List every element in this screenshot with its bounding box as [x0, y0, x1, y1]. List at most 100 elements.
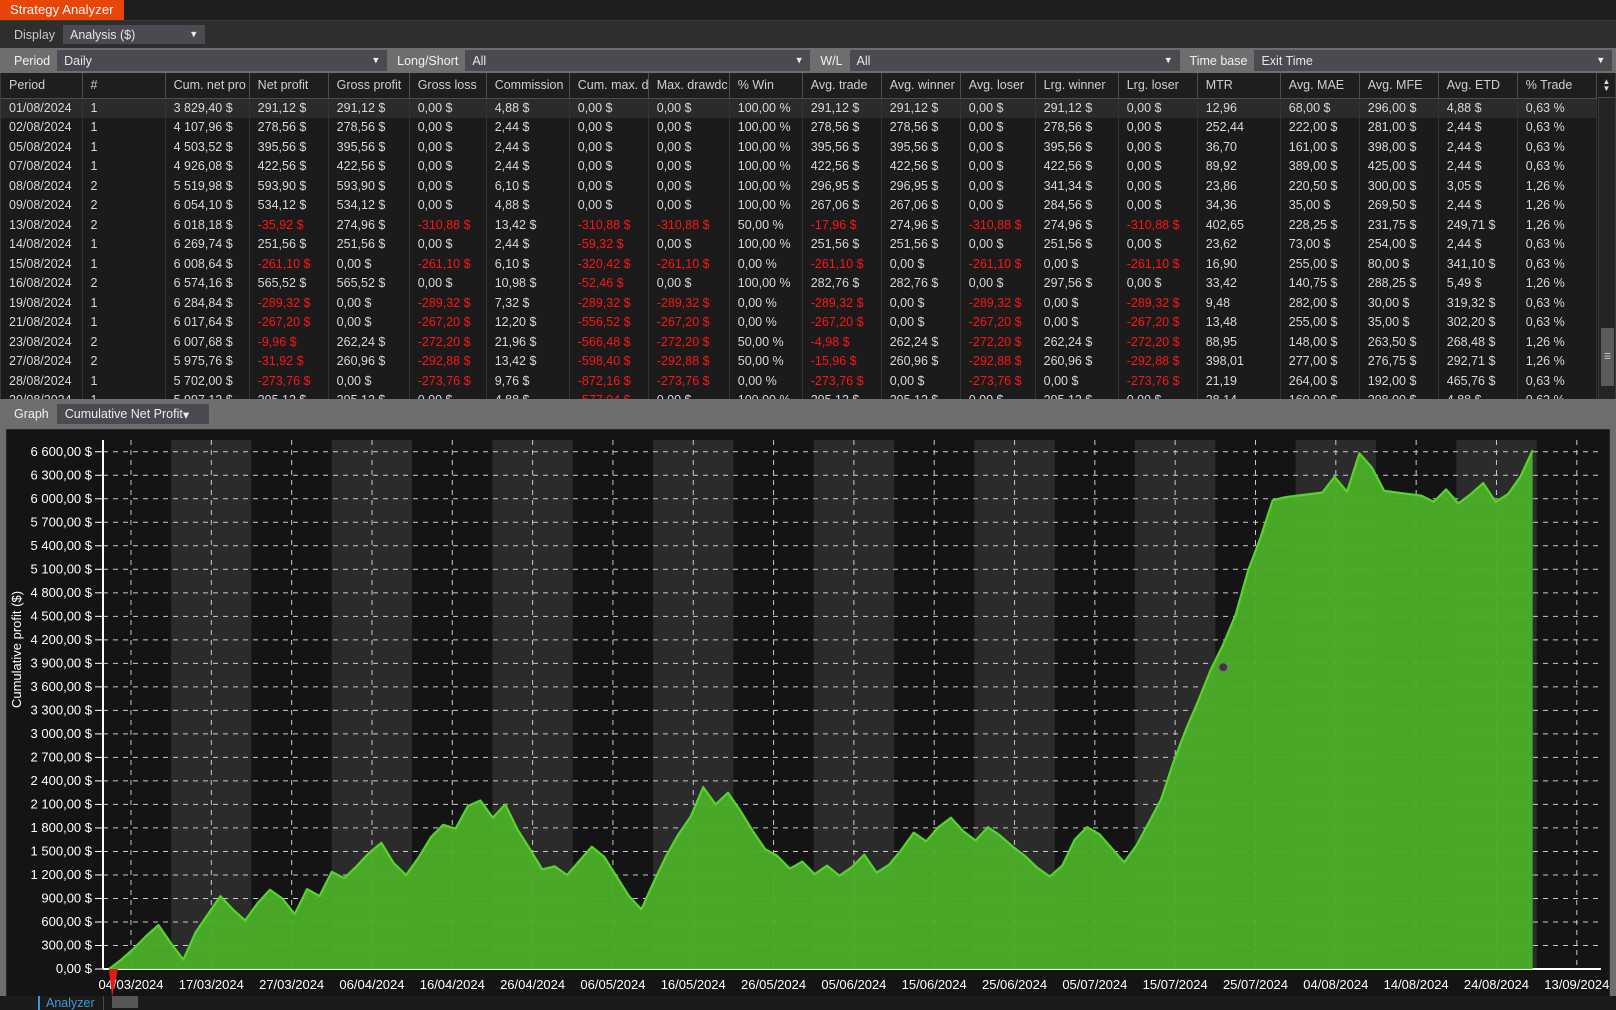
table-cell: 1 [82, 98, 166, 118]
table-cell: 2,44 $ [486, 234, 570, 254]
column-header-16[interactable]: Avg. MAE [1280, 73, 1360, 99]
table-cell: 0,00 $ [1118, 98, 1198, 118]
table-row[interactable]: 16/08/2024 2 6 574,16 $565,52 $565,52 $0,0… [1, 273, 1598, 293]
table-row[interactable]: 09/08/2024 2 6 054,10 $534,12 $534,12 $0,0… [1, 195, 1598, 215]
table-row[interactable]: 02/08/2024 1 4 107,96 $278,56 $278,56 $0,0… [1, 117, 1598, 137]
column-header-12[interactable]: Avg. loser [960, 73, 1036, 99]
table-cell: -261,10 $ [249, 254, 329, 274]
table-header-row[interactable]: Period # Cum. net pro Net profit Gross profi… [1, 73, 1598, 99]
time-base-select[interactable]: Exit Time ▾ [1254, 50, 1612, 71]
x-axis-tick-label: 16/04/2024 [420, 977, 485, 992]
table-cell: -59,32 $ [569, 234, 649, 254]
x-axis-tick-label: 06/05/2024 [580, 977, 645, 992]
column-header-17[interactable]: Avg. MFE [1359, 73, 1439, 99]
time-base-label: Time base [1189, 53, 1248, 68]
table-row[interactable]: 19/08/2024 1 6 284,84 $ -289,32 $0,00 $ -289… [1, 293, 1598, 313]
table-row[interactable]: 14/08/2024 1 6 269,74 $251,56 $251,56 $0,0… [1, 234, 1598, 254]
column-header-4[interactable]: Gross profit [328, 73, 410, 99]
table-row[interactable]: 23/08/2024 2 6 007,68 $ -9,96 $262,24 $ -272… [1, 332, 1598, 352]
column-header-6[interactable]: Commission [486, 73, 570, 99]
column-header-8[interactable]: Max. drawdc [648, 73, 730, 99]
table-row[interactable]: 21/08/2024 1 6 017,64 $ -267,20 $0,00 $ -267… [1, 312, 1598, 332]
table-body[interactable]: 01/08/2024 1 3 829,40 $291,12 $291,12 $0,0… [1, 98, 1598, 399]
column-header-15[interactable]: MTR [1197, 73, 1281, 99]
table-cell: 0,00 $ [960, 98, 1036, 118]
table-row[interactable]: 13/08/2024 2 6 018,18 $ -35,92 $274,96 $ -31… [1, 215, 1598, 235]
column-header-7[interactable]: Cum. max. d [569, 73, 649, 99]
column-header-13[interactable]: Lrg. winner [1035, 73, 1119, 99]
table-row[interactable]: 28/08/2024 1 5 702,00 $ -273,76 $0,00 $ -273… [1, 371, 1598, 391]
table-row[interactable]: 08/08/2024 2 5 519,98 $593,90 $593,90 $0,0… [1, 176, 1598, 196]
table-cell: 0,00 $ [960, 390, 1036, 399]
table-row[interactable]: 27/08/2024 2 5 975,76 $ -31,92 $260,96 $ -29… [1, 351, 1598, 371]
window-title-tab[interactable]: Strategy Analyzer [0, 0, 124, 20]
win-loss-select[interactable]: All ▾ [849, 50, 1180, 71]
table-cell: 88,95 [1197, 332, 1281, 352]
column-header-3[interactable]: Net profit [249, 73, 329, 99]
table-vertical-scrollbar[interactable]: ☰ [1598, 73, 1615, 399]
column-header-10[interactable]: Avg. trade [802, 73, 882, 99]
add-tab-button[interactable] [111, 996, 138, 1008]
y-axis-tick-label: 6 300,00 $ [31, 467, 93, 482]
table-cell: 278,56 $ [802, 117, 882, 137]
analysis-table: Period # Cum. net pro Net profit Gross profi… [1, 73, 1598, 399]
column-header-1[interactable]: # [82, 73, 166, 99]
column-header-5[interactable]: Gross loss [409, 73, 487, 99]
column-header-9[interactable]: % Win [729, 73, 803, 99]
y-axis-tick-label: 6 600,00 $ [31, 444, 93, 459]
table-row[interactable]: 29/08/202415 997,12 $295,12 $295,12 $0,0… [1, 390, 1598, 399]
table-cell: 1 [82, 390, 166, 399]
column-header-0[interactable]: Period [1, 73, 83, 99]
table-cell: 100,00 % [729, 156, 803, 176]
table-cell: 10,98 $ [486, 273, 570, 293]
column-sort-spinner[interactable]: ▲ ▼ [1598, 73, 1615, 98]
tab-analyzer[interactable]: Analyzer [38, 996, 95, 1010]
table-cell: 291,12 $ [1035, 98, 1119, 118]
cumulative-net-profit-chart[interactable]: 6 600,00 $ 6 300,00 $ 6 000,00 $ 5 700,00 $… [6, 429, 1610, 1010]
table-cell: 231,75 $ [1359, 215, 1439, 235]
table-cell: 3,05 $ [1438, 176, 1518, 196]
scrollbar-thumb[interactable]: ☰ [1601, 328, 1614, 386]
period-select[interactable]: Daily ▾ [57, 50, 388, 71]
column-header-18[interactable]: Avg. ETD [1438, 73, 1518, 99]
table-cell: 284,56 $ [1035, 195, 1119, 215]
chevron-down-icon: ▾ [182, 407, 190, 422]
y-axis-tick-label: 1 800,00 $ [31, 820, 93, 835]
y-axis-tick-label: 300,00 $ [41, 937, 92, 952]
graph-type-select[interactable]: Cumulative Net Profit ▾ [56, 404, 210, 424]
table-row[interactable]: 15/08/2024 1 6 008,64 $ -261,10 $0,00 $ -261… [1, 254, 1598, 274]
column-header-11[interactable]: Avg. winner [881, 73, 961, 99]
table-cell: 23/08/2024 [1, 332, 83, 352]
table-cell: 249,71 $ [1438, 215, 1518, 235]
display-select[interactable]: Analysis ($) ▾ [63, 25, 205, 44]
table-cell: 3 829,40 $ [165, 98, 250, 118]
table-cell: 0,00 $ [409, 117, 487, 137]
table-row[interactable]: 05/08/2024 1 4 503,52 $395,56 $395,56 $0,0… [1, 137, 1598, 157]
table-cell: 300,00 $ [1359, 176, 1439, 196]
table-cell: 296,95 $ [802, 176, 882, 196]
long-short-select[interactable]: All ▾ [465, 50, 811, 71]
analysis-table-scroll[interactable]: Period # Cum. net pro Net profit Gross profi… [1, 73, 1598, 399]
table-cell: 422,56 $ [881, 156, 961, 176]
table-cell: 422,56 $ [802, 156, 882, 176]
table-cell: -273,76 $ [648, 371, 730, 391]
spinner-down-icon[interactable]: ▼ [1603, 85, 1611, 93]
column-header-2[interactable]: Cum. net pro [165, 73, 250, 99]
table-cell: 278,56 $ [1035, 117, 1119, 137]
table-cell: 6 284,84 $ [165, 293, 250, 313]
table-cell: 1,26 % [1517, 351, 1598, 371]
table-cell: 2 [82, 215, 166, 235]
column-header-14[interactable]: Lrg. loser [1118, 73, 1198, 99]
table-row[interactable]: 07/08/2024 1 4 926,08 $422,56 $422,56 $0,0… [1, 156, 1598, 176]
column-header-19[interactable]: % Trade [1517, 73, 1598, 99]
table-cell: 262,24 $ [881, 332, 961, 352]
table-cell: -267,20 $ [802, 312, 882, 332]
table-cell: 5 702,00 $ [165, 371, 250, 391]
table-cell: -261,10 $ [802, 254, 882, 274]
y-axis-tick-label: 4 500,00 $ [31, 608, 93, 623]
table-cell: 268,48 $ [1438, 332, 1518, 352]
table-cell: 12,96 [1197, 98, 1281, 118]
table-cell: 565,52 $ [249, 273, 329, 293]
y-axis-tick-label: 5 700,00 $ [31, 514, 93, 529]
table-row[interactable]: 01/08/2024 1 3 829,40 $291,12 $291,12 $0,0… [1, 98, 1598, 118]
